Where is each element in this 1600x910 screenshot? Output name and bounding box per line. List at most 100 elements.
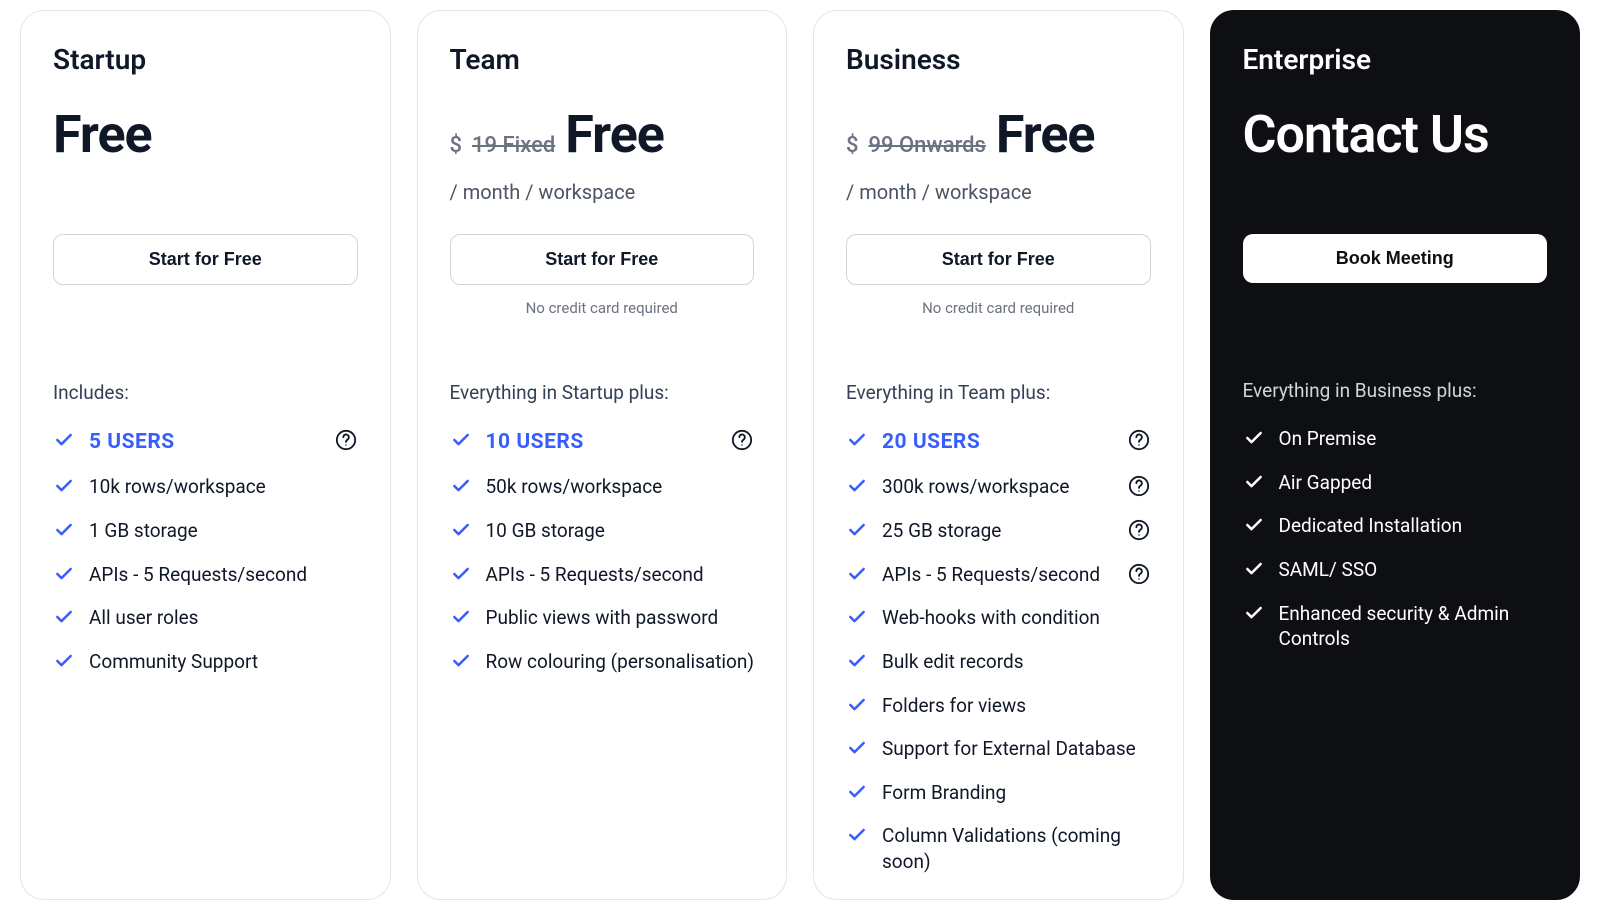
price-row: Contact Us: [1243, 104, 1548, 166]
feature-label: Community Support: [89, 649, 358, 675]
cta-subnote: [53, 299, 358, 319]
price-row: Free: [53, 104, 358, 166]
includes-heading: Everything in Business plus:: [1243, 379, 1548, 402]
plan-name: Team: [450, 43, 755, 76]
feature-label: 10 GB storage: [486, 518, 755, 544]
feature-label: Public views with password: [486, 605, 755, 631]
feature-label: On Premise: [1279, 426, 1548, 452]
feature-label: 5 USERS: [89, 428, 320, 456]
check-icon: [846, 824, 868, 846]
check-icon: [53, 606, 75, 628]
check-icon: [846, 563, 868, 585]
feature-label: Form Branding: [882, 780, 1151, 806]
plan-card-team: Team $19 FixedFree / month / workspace Star…: [417, 10, 788, 900]
includes-heading: Everything in Startup plus:: [450, 381, 755, 404]
feature-item: Community Support: [53, 649, 358, 675]
feature-label: Bulk edit records: [882, 649, 1151, 675]
check-icon: [53, 429, 75, 451]
price-value: Free: [996, 104, 1095, 165]
feature-item: APIs - 5 Requests/second: [846, 562, 1151, 588]
start-for-free-button[interactable]: Start for Free: [450, 234, 755, 285]
feature-label: Dedicated Installation: [1279, 513, 1548, 539]
feature-item: 20 USERS: [846, 428, 1151, 456]
currency-symbol: $: [450, 133, 463, 158]
plan-card-startup: Startup Free Start for Free Includes: 5 USER…: [20, 10, 391, 900]
check-icon: [846, 650, 868, 672]
feature-item: Dedicated Installation: [1243, 513, 1548, 539]
currency-symbol: $: [846, 133, 859, 158]
feature-label: Column Validations (coming soon): [882, 823, 1151, 874]
check-icon: [846, 737, 868, 759]
pricing-plans: Startup Free Start for Free Includes: 5 USER…: [20, 10, 1580, 900]
feature-item: On Premise: [1243, 426, 1548, 452]
price-row: $19 FixedFree: [450, 104, 755, 166]
feature-item: SAML/ SSO: [1243, 557, 1548, 583]
feature-list: On Premise Air Gapped Dedicated Installati…: [1243, 426, 1548, 652]
check-icon: [1243, 427, 1265, 449]
feature-label: Air Gapped: [1279, 470, 1548, 496]
feature-item: APIs - 5 Requests/second: [53, 562, 358, 588]
cta-subnote: No credit card required: [846, 299, 1151, 319]
feature-item: All user roles: [53, 605, 358, 631]
feature-label: 25 GB storage: [882, 518, 1113, 544]
feature-item: Column Validations (coming soon): [846, 823, 1151, 874]
help-icon[interactable]: [1127, 474, 1151, 498]
feature-list: 5 USERS10k rows/workspace1 GB storageAPI…: [53, 428, 358, 675]
feature-item: Web-hooks with condition: [846, 605, 1151, 631]
check-icon: [450, 563, 472, 585]
check-icon: [450, 519, 472, 541]
start-for-free-button[interactable]: Start for Free: [846, 234, 1151, 285]
help-icon[interactable]: [730, 428, 754, 452]
check-icon: [846, 429, 868, 451]
help-icon[interactable]: [334, 428, 358, 452]
check-icon: [1243, 514, 1265, 536]
feature-item: Air Gapped: [1243, 470, 1548, 496]
plan-card-enterprise: Enterprise Contact Us Book Meeting Everythi…: [1210, 10, 1581, 900]
check-icon: [846, 781, 868, 803]
includes-heading: Includes:: [53, 381, 358, 404]
book-meeting-button[interactable]: Book Meeting: [1243, 234, 1548, 283]
feature-item: APIs - 5 Requests/second: [450, 562, 755, 588]
help-icon[interactable]: [1127, 428, 1151, 452]
plan-card-business: Business $99 Onwards Free / month / workspa…: [813, 10, 1184, 900]
plan-name: Enterprise: [1243, 43, 1548, 76]
check-icon: [1243, 471, 1265, 493]
feature-list: 10 USERS 50k rows/workspace 10 GB storage A…: [450, 428, 755, 675]
feature-label: Support for External Database: [882, 736, 1151, 762]
check-icon: [1243, 602, 1265, 624]
check-icon: [846, 606, 868, 628]
help-icon[interactable]: [1127, 518, 1151, 542]
feature-label: 10k rows/workspace: [89, 474, 358, 500]
original-price: 19 Fixed: [472, 133, 555, 158]
price-period: / month / workspace: [846, 180, 1151, 206]
price-value: Free: [53, 104, 152, 165]
feature-item: 10 USERS: [450, 428, 755, 456]
feature-label: Enhanced security & Admin Controls: [1279, 601, 1548, 652]
check-icon: [53, 519, 75, 541]
check-icon: [846, 475, 868, 497]
start-for-free-button[interactable]: Start for Free: [53, 234, 358, 285]
feature-item: 50k rows/workspace: [450, 474, 755, 500]
check-icon: [450, 475, 472, 497]
plan-name: Business: [846, 43, 1151, 76]
feature-label: All user roles: [89, 605, 358, 631]
feature-item: Support for External Database: [846, 736, 1151, 762]
feature-label: Folders for views: [882, 693, 1151, 719]
feature-item: 5 USERS: [53, 428, 358, 456]
feature-label: 300k rows/workspace: [882, 474, 1113, 500]
price-period: / month / workspace: [450, 180, 755, 206]
original-price: 99 Onwards: [869, 133, 986, 158]
plan-name: Startup: [53, 43, 358, 76]
cta-subnote: No credit card required: [450, 299, 755, 319]
feature-list: 20 USERS 300k rows/workspace 25 GB storage…: [846, 428, 1151, 875]
check-icon: [53, 563, 75, 585]
feature-label: 50k rows/workspace: [486, 474, 755, 500]
price-row: $99 Onwards Free: [846, 104, 1151, 166]
feature-label: APIs - 5 Requests/second: [882, 562, 1113, 588]
feature-label: Row colouring (personalisation): [486, 649, 755, 675]
feature-label: 20 USERS: [882, 428, 1113, 456]
feature-label: APIs - 5 Requests/second: [486, 562, 755, 588]
help-icon[interactable]: [1127, 562, 1151, 586]
feature-item: Form Branding: [846, 780, 1151, 806]
feature-item: Row colouring (personalisation): [450, 649, 755, 675]
